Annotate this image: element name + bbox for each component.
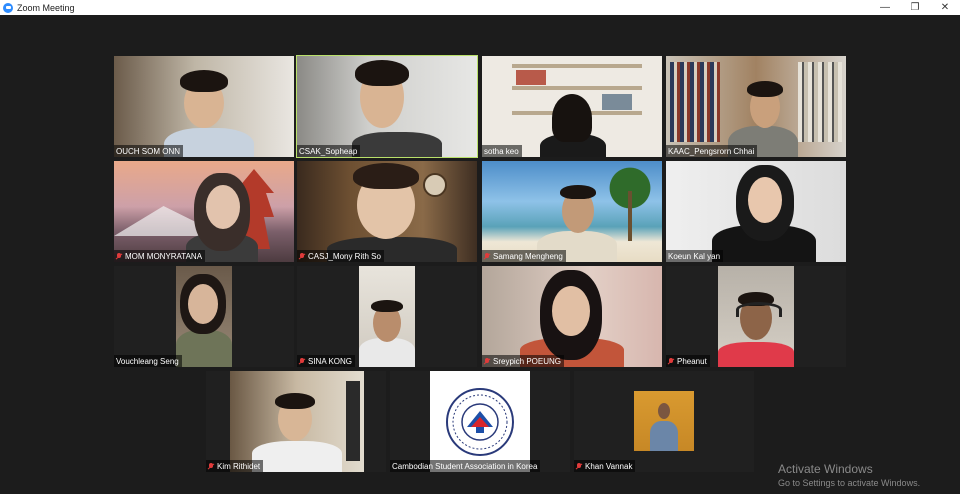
person-head (552, 286, 590, 336)
participant-tile[interactable]: Khan Vannak (574, 371, 754, 472)
participant-tile[interactable]: KAAC_Pengsrorn Chhai (666, 56, 846, 157)
mic-muted-icon (576, 462, 582, 470)
participant-name-bar: Khan Vannak (574, 460, 636, 472)
mic-muted-icon (116, 252, 122, 260)
participant-tile[interactable]: Koeun Kal yan (666, 161, 846, 262)
participant-name-bar: OUCH SOM ONN (114, 145, 183, 157)
mic-muted-icon (668, 357, 674, 365)
participant-tile[interactable]: Cambodian Student Association in Korea (390, 371, 570, 472)
person-head (188, 284, 218, 324)
person-head (658, 403, 670, 419)
minimize-button[interactable]: — (870, 0, 900, 15)
mic-muted-icon (484, 357, 490, 365)
participant-name-bar: KAAC_Pengsrorn Chhai (666, 145, 758, 157)
person-hair (355, 60, 409, 86)
participant-tile[interactable]: CASJ_Mony Rith So (297, 161, 477, 262)
participant-name: Samang Mengheng (493, 251, 563, 261)
person-hair (552, 94, 592, 142)
window-controls: — ❐ ✕ (870, 0, 960, 15)
participant-tile[interactable]: Vouchleang Seng (114, 266, 294, 367)
person-body (352, 132, 442, 157)
window-title: Zoom Meeting (17, 2, 75, 13)
participant-name-bar: CASJ_Mony Rith So (297, 250, 384, 262)
person-body (176, 330, 232, 367)
participant-name-bar: Kim Rithidet (206, 460, 264, 472)
headphones-image (736, 302, 782, 317)
participant-tile[interactable]: Kim Rithidet (206, 371, 386, 472)
zoom-app-icon (3, 2, 13, 13)
participant-name-bar: Sreypich POEUNG (482, 355, 565, 367)
participant-tile[interactable]: SINA KONG (297, 266, 477, 367)
participant-name: Khan Vannak (585, 461, 633, 471)
person-hair (560, 185, 596, 199)
participant-name-bar: Samang Mengheng (482, 250, 566, 262)
mic-muted-icon (208, 462, 214, 470)
mic-muted-icon (299, 357, 305, 365)
participant-tile-active-speaker[interactable]: CSAK_Sopheap (296, 55, 478, 158)
participant-tile[interactable]: OUCH SOM ONN (114, 56, 294, 157)
participant-name-bar: Pheanut (666, 355, 710, 367)
bookshelf (670, 62, 720, 142)
restore-button[interactable]: ❐ (900, 0, 930, 15)
books (602, 94, 632, 110)
participant-name: CSAK_Sopheap (299, 146, 358, 156)
participant-name-bar: Cambodian Student Association in Korea (390, 460, 541, 472)
person-body (650, 421, 678, 451)
participant-name: Vouchleang Seng (116, 356, 179, 366)
mic-muted-icon (484, 252, 490, 260)
person-hair (371, 300, 403, 312)
participant-tile[interactable]: Sreypich POEUNG (482, 266, 662, 367)
participant-tile[interactable]: MOM MONYRATANA (114, 161, 294, 262)
watermark-title: Activate Windows (778, 462, 873, 476)
participant-name: OUCH SOM ONN (116, 146, 180, 156)
participant-name: Kim Rithidet (217, 461, 261, 471)
participant-tile[interactable]: Pheanut (666, 266, 846, 367)
person-body (718, 342, 794, 367)
palm-trunk (628, 191, 632, 241)
wall-clock-image (423, 173, 447, 197)
participant-name-bar: MOM MONYRATANA (114, 250, 206, 262)
gallery-view: OUCH SOM ONN CSAK_Sopheap sotha keo KAAC… (0, 15, 960, 494)
person-hair (275, 393, 315, 409)
participant-name-bar: SINA KONG (297, 355, 356, 367)
books (516, 70, 546, 85)
title-bar: Zoom Meeting — ❐ ✕ (0, 0, 960, 15)
participant-name: Cambodian Student Association in Korea (392, 461, 538, 471)
participant-name: sotha keo (484, 146, 519, 156)
person-body (252, 441, 342, 472)
participant-name: CASJ_Mony Rith So (308, 251, 381, 261)
participant-name-bar: sotha keo (482, 145, 522, 157)
person-hair (353, 163, 419, 189)
participant-name: Sreypich POEUNG (493, 356, 562, 366)
association-logo (390, 371, 570, 472)
participant-name-bar: Koeun Kal yan (666, 250, 724, 262)
bookshelf (512, 86, 642, 90)
wall-poster-image (346, 381, 360, 461)
person-head (206, 185, 240, 229)
participant-tile[interactable]: sotha keo (482, 56, 662, 157)
participant-name: KAAC_Pengsrorn Chhai (668, 146, 755, 156)
person-head (748, 177, 782, 223)
participant-name: Pheanut (677, 356, 707, 366)
person-hair (747, 81, 783, 97)
person-hair (180, 70, 228, 92)
participant-name: Koeun Kal yan (668, 251, 721, 261)
close-button[interactable]: ✕ (930, 0, 960, 15)
watermark-subtitle: Go to Settings to activate Windows. (778, 478, 921, 488)
participant-name-bar: CSAK_Sopheap (297, 145, 361, 157)
association-seal-icon (446, 387, 514, 456)
participant-name-bar: Vouchleang Seng (114, 355, 182, 367)
participant-name: SINA KONG (308, 356, 353, 366)
activate-windows-watermark: Activate Windows Go to Settings to activ… (778, 462, 920, 488)
bookshelf (512, 64, 642, 68)
participant-name: MOM MONYRATANA (125, 251, 203, 261)
person-body (359, 338, 415, 367)
mic-muted-icon (299, 252, 305, 260)
bookshelf (798, 62, 842, 142)
participant-tile[interactable]: Samang Mengheng (482, 161, 662, 262)
